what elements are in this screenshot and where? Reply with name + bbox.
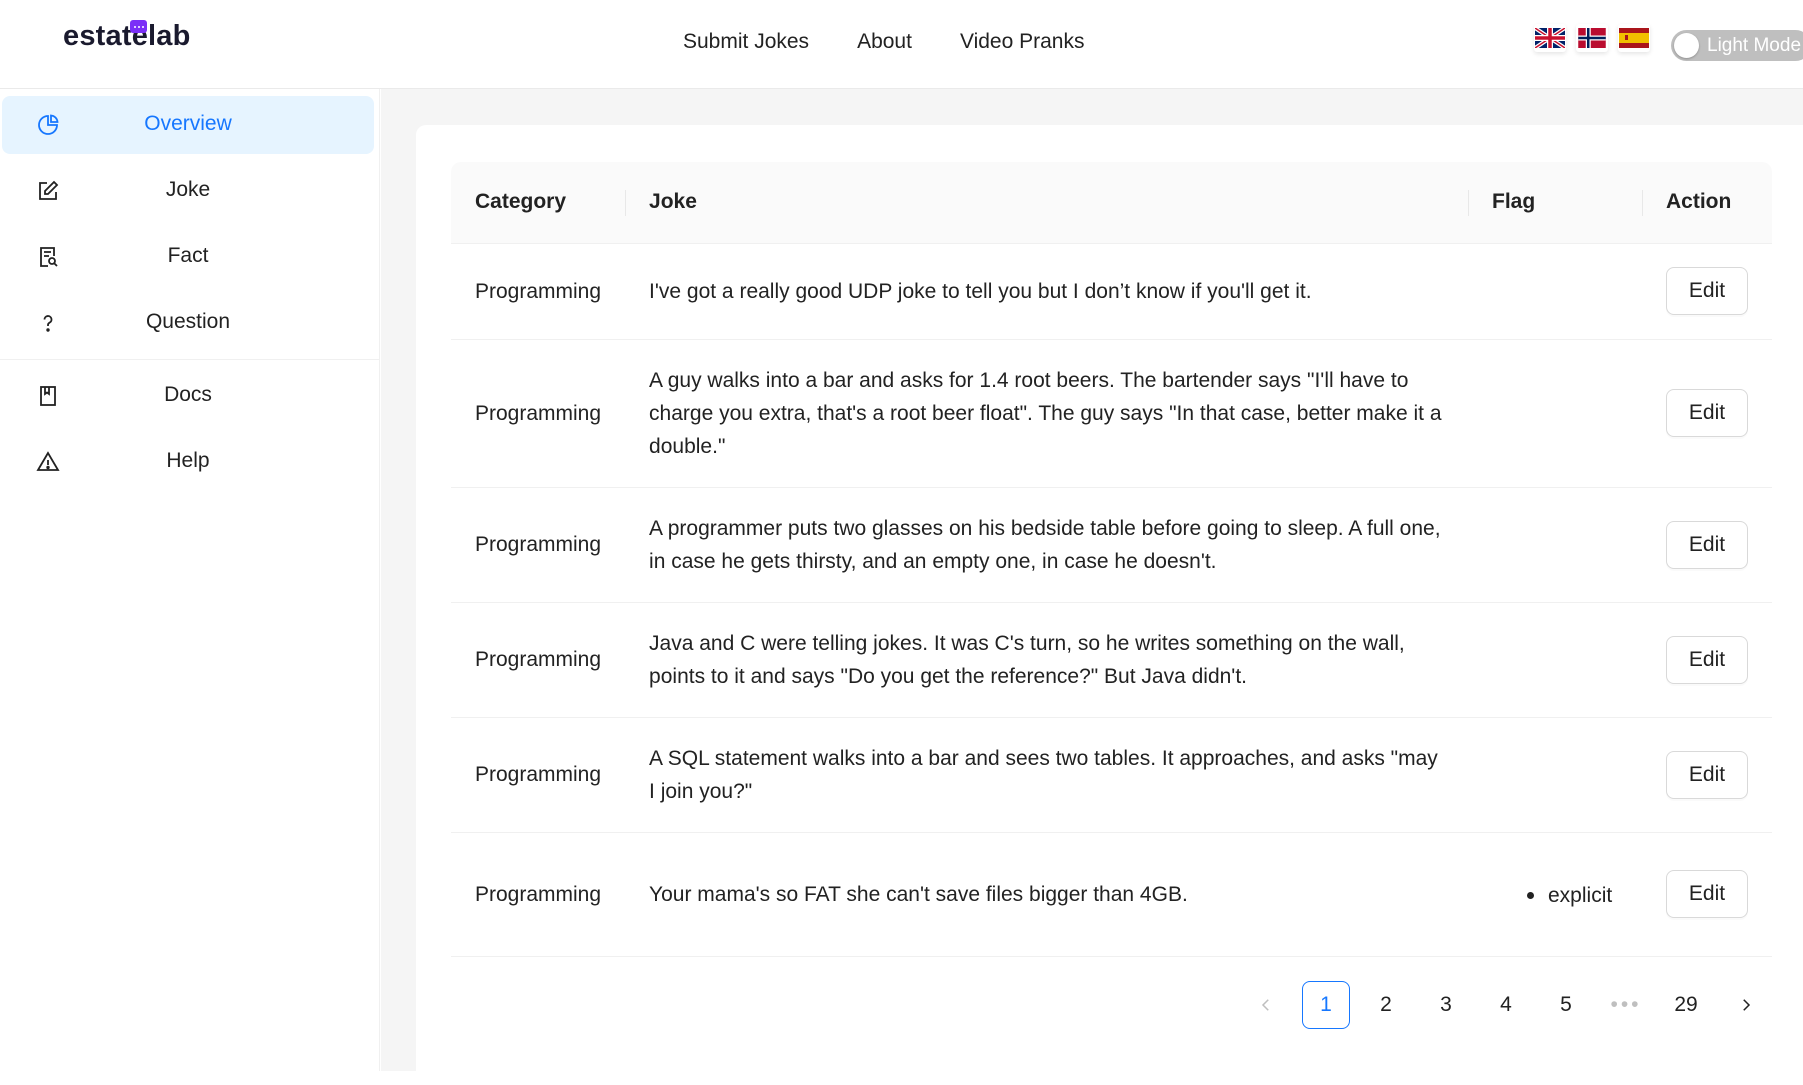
- sidebar-item-label: Fact: [167, 244, 209, 267]
- sidebar-item-overview[interactable]: Overview: [2, 96, 374, 154]
- table-header-row: Category Joke Flag Action: [451, 162, 1772, 244]
- page-5-button[interactable]: 5: [1542, 981, 1590, 1029]
- jokes-table: Category Joke Flag Action Programming I'…: [451, 162, 1772, 957]
- cell-joke: Java and C were telling jokes. It was C'…: [625, 602, 1468, 718]
- spain-flag-icon[interactable]: [1618, 24, 1650, 52]
- page-last-button[interactable]: 29: [1662, 981, 1710, 1029]
- flag-label: explicit: [1548, 884, 1613, 907]
- sidebar-item-joke[interactable]: Joke: [2, 162, 374, 220]
- cell-flag: [1468, 339, 1642, 488]
- table-row: Programming I've got a really good UDP j…: [451, 243, 1772, 340]
- table-row: Programming Your mama's so FAT she can't…: [451, 832, 1772, 957]
- cell-category: Programming: [451, 487, 626, 603]
- edit-button[interactable]: Edit: [1665, 267, 1748, 315]
- sidebar-item-label: Docs: [164, 383, 212, 406]
- next-page-button[interactable]: [1722, 981, 1770, 1029]
- cell-action: Edit: [1641, 487, 1772, 603]
- page-2-button[interactable]: 2: [1362, 981, 1410, 1029]
- brand-logo[interactable]: estatelab: [63, 20, 191, 53]
- edit-button[interactable]: Edit: [1665, 750, 1748, 799]
- cell-flag: [1468, 487, 1642, 603]
- cell-flag: [1468, 717, 1642, 833]
- cell-joke: Your mama's so FAT she can't save files …: [625, 832, 1468, 957]
- table-row: Programming Java and C were telling joke…: [451, 602, 1772, 718]
- top-header: estatelab Submit Jokes About Video Prank…: [0, 0, 1803, 89]
- nav-video-pranks[interactable]: Video Pranks: [960, 30, 1085, 54]
- cell-joke: A programmer puts two glasses on his bed…: [625, 487, 1468, 603]
- cell-flag: [1468, 602, 1642, 718]
- cell-category: Programming: [451, 243, 626, 340]
- cell-action: Edit: [1641, 602, 1772, 718]
- cell-joke: A guy walks into a bar and asks for 1.4 …: [625, 339, 1468, 488]
- cell-action: Edit: [1641, 717, 1772, 833]
- top-navigation: Submit Jokes About Video Pranks: [683, 30, 1084, 54]
- sidebar: Overview Joke Fact Question Docs Help: [0, 89, 380, 1071]
- sidebar-item-label: Question: [145, 310, 231, 333]
- page-1-button[interactable]: 1: [1302, 981, 1350, 1029]
- cell-flag: [1468, 243, 1642, 340]
- edit-button[interactable]: Edit: [1665, 520, 1748, 569]
- flag-tag: explicit: [1492, 879, 1612, 912]
- language-switcher: [1534, 24, 1650, 52]
- bullet-icon: [1527, 892, 1534, 899]
- edit-button[interactable]: Edit: [1665, 870, 1748, 918]
- chevron-left-icon: [1261, 999, 1269, 1011]
- brand-name: estatelab: [63, 20, 191, 52]
- sidebar-item-label: Help: [166, 449, 210, 472]
- table-row: Programming A guy walks into a bar and a…: [451, 339, 1772, 488]
- edit-button[interactable]: Edit: [1665, 389, 1748, 437]
- nav-about[interactable]: About: [857, 30, 912, 54]
- cell-category: Programming: [451, 717, 626, 833]
- cell-category: Programming: [451, 832, 626, 957]
- theme-toggle-label: Light Mode: [1707, 35, 1802, 56]
- table-row: Programming A programmer puts two glasse…: [451, 487, 1772, 603]
- page-3-button[interactable]: 3: [1422, 981, 1470, 1029]
- chat-bubble-icon: [130, 20, 147, 33]
- cell-action: Edit: [1641, 832, 1772, 957]
- header-joke: Joke: [625, 162, 1468, 244]
- sidebar-item-help[interactable]: Help: [2, 433, 374, 491]
- chevron-right-icon: [1743, 999, 1751, 1011]
- cell-joke: I've got a really good UDP joke to tell …: [625, 243, 1468, 340]
- cell-category: Programming: [451, 339, 626, 488]
- cell-action: Edit: [1641, 339, 1772, 488]
- sidebar-item-docs[interactable]: Docs: [2, 367, 374, 425]
- norway-flag-icon[interactable]: [1576, 24, 1608, 52]
- uk-flag-icon[interactable]: [1534, 24, 1566, 52]
- sidebar-item-fact[interactable]: Fact: [2, 228, 374, 286]
- header-flag: Flag: [1468, 162, 1642, 244]
- nav-submit-jokes[interactable]: Submit Jokes: [683, 30, 809, 54]
- cell-action: Edit: [1641, 243, 1772, 340]
- sidebar-item-label: Joke: [165, 178, 211, 201]
- edit-button[interactable]: Edit: [1665, 635, 1748, 684]
- toggle-knob: [1674, 33, 1699, 58]
- cell-flag: explicit: [1468, 832, 1642, 957]
- sidebar-item-label: Overview: [144, 112, 232, 135]
- table-row: Programming A SQL statement walks into a…: [451, 717, 1772, 833]
- cell-category: Programming: [451, 602, 626, 718]
- cell-joke: A SQL statement walks into a bar and see…: [625, 717, 1468, 833]
- header-category: Category: [451, 162, 626, 244]
- prev-page-button[interactable]: [1242, 981, 1290, 1029]
- sidebar-item-question[interactable]: Question: [2, 294, 374, 352]
- pagination: 1 2 3 4 5 ••• 29: [1242, 981, 1770, 1029]
- sidebar-divider: [0, 359, 380, 360]
- page-ellipsis[interactable]: •••: [1602, 981, 1650, 1029]
- header-action: Action: [1641, 162, 1772, 244]
- page-4-button[interactable]: 4: [1482, 981, 1530, 1029]
- theme-toggle[interactable]: Light Mode: [1671, 30, 1803, 61]
